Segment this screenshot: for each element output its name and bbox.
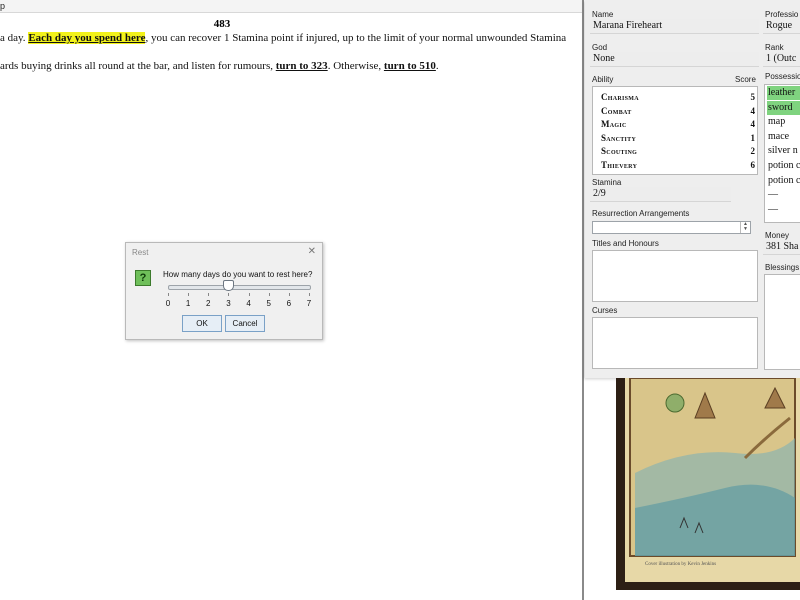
story-text: a day.	[0, 32, 29, 44]
days-slider-track[interactable]	[168, 285, 311, 290]
ability-score: 6	[750, 159, 756, 170]
ability-score: 4	[750, 105, 756, 116]
slider-tick	[188, 293, 190, 296]
question-icon: ?	[135, 270, 151, 286]
ability-row[interactable]: Scouting 2	[601, 145, 755, 158]
slider-tick-label: 5	[266, 299, 271, 308]
ability-row[interactable]: Charisma 5	[601, 91, 755, 104]
possession-item[interactable]: potion c	[767, 174, 800, 188]
spinner-arrows-icon[interactable]: ▲ ▼	[740, 222, 750, 233]
story-text: . Otherwise,	[327, 60, 384, 72]
slider-tick	[228, 293, 230, 296]
map-artwork	[629, 377, 796, 557]
possession-item[interactable]: sword	[767, 100, 800, 115]
ability-label: Ability	[592, 75, 614, 84]
titles-box[interactable]	[592, 250, 758, 302]
slider-tick	[168, 293, 169, 296]
resurrection-label: Resurrection Arrangements	[592, 209, 690, 218]
ability-name: Thievery	[601, 159, 638, 170]
story-paragraph-1: a day. Each day you spend here, you can …	[0, 31, 566, 45]
ability-name: Magic	[601, 119, 627, 129]
possession-item[interactable]: leather	[767, 86, 800, 100]
window-divider	[582, 0, 584, 600]
close-icon[interactable]: ✕	[308, 246, 316, 257]
story-text: , you can recover 1 Stamina point if inj…	[145, 32, 567, 44]
highlighted-rule-link[interactable]: Each day you spend here	[28, 32, 146, 44]
slider-tick	[288, 293, 290, 296]
ability-table[interactable]: Charisma 5 Combat 4 Magic 4 Sanctity 1 Scouting 2…	[592, 86, 758, 175]
slider-tick	[208, 293, 210, 296]
blessings-box[interactable]	[764, 274, 800, 370]
possessions-list[interactable]: leather sword map mace silver n potion c potio…	[764, 84, 800, 223]
ability-name: Scouting	[601, 146, 638, 156]
slider-tick-label: 2	[206, 299, 211, 308]
ability-row[interactable]: Sanctity 1	[601, 132, 755, 145]
map-illustration: Cover illustration by Kevin Jenkins	[616, 377, 800, 590]
dialog-body: ? How many days do you want to rest here…	[126, 260, 322, 339]
stamina-field[interactable]: 2/9	[590, 187, 731, 202]
possession-item[interactable]: potion c	[767, 159, 800, 173]
possessions-label: Possessio	[765, 72, 800, 81]
slider-tick-label: 6	[286, 299, 292, 308]
rest-dialog: Rest ✕ ? How many days do you want to re…	[125, 242, 323, 340]
name-field[interactable]: Marana Fireheart	[590, 19, 759, 34]
score-label: Score	[735, 75, 756, 84]
menu-item[interactable]: p	[0, 1, 5, 11]
slider-tick-label: 4	[246, 299, 251, 308]
slider-tick-label: 1	[185, 299, 191, 308]
rank-label: Rank	[765, 43, 784, 52]
map-credit: Cover illustration by Kevin Jenkins	[645, 562, 717, 567]
money-field[interactable]: 381 Sha	[763, 240, 800, 255]
menu-bar[interactable]: p	[0, 0, 584, 13]
slider-tick	[248, 293, 250, 296]
story-text: .	[435, 60, 439, 72]
ability-row[interactable]: Magic 4	[601, 118, 755, 131]
ability-row[interactable]: Combat 4	[601, 105, 755, 118]
ability-name: Combat	[601, 105, 632, 116]
resurrection-spinner[interactable]: ▲ ▼	[592, 221, 751, 234]
stamina-label: Stamina	[592, 178, 622, 187]
character-sheet: Name Marana Fireheart Professio Rogue Go…	[585, 0, 800, 378]
profession-label: Professio	[765, 10, 799, 19]
cancel-button[interactable]: Cancel	[225, 315, 265, 332]
rank-field[interactable]: 1 (Outc	[763, 52, 800, 67]
possession-item[interactable]: —	[767, 203, 800, 217]
ability-row[interactable]: Thievery 6	[601, 159, 755, 172]
possession-item[interactable]: —	[767, 188, 800, 202]
slider-tick	[309, 293, 310, 296]
money-label: Money	[765, 231, 790, 240]
curses-label: Curses	[592, 306, 618, 315]
map-image: Cover illustration by Kevin Jenkins	[625, 377, 800, 582]
story-paragraph-2: ards buying drinks all round at the bar,…	[0, 59, 439, 73]
ability-score: 4	[750, 119, 756, 129]
ability-name: Sanctity	[601, 132, 637, 143]
god-label: God	[592, 43, 608, 52]
blessings-label: Blessings	[765, 263, 800, 272]
slider-tick	[268, 293, 270, 296]
ability-score: 1	[750, 132, 756, 143]
god-field[interactable]: None	[590, 52, 759, 67]
name-label: Name	[592, 10, 614, 19]
ok-button[interactable]: OK	[182, 315, 222, 332]
ability-score: 5	[750, 92, 756, 102]
profession-field[interactable]: Rogue	[763, 19, 800, 34]
story-text: ards buying drinks all round at the bar,…	[0, 60, 276, 72]
ability-score: 2	[750, 146, 756, 156]
dialog-title: Rest	[132, 248, 149, 257]
possession-item[interactable]: map	[767, 115, 800, 129]
curses-box[interactable]	[592, 317, 758, 369]
dialog-question: How many days do you want to rest here?	[163, 270, 313, 279]
turn-to-323-link[interactable]: turn to 323	[276, 60, 328, 72]
titles-label: Titles and Honours	[592, 239, 659, 248]
slider-tick-label: 3	[226, 299, 231, 308]
ability-name: Charisma	[601, 92, 639, 102]
turn-to-510-link[interactable]: turn to 510	[384, 60, 436, 72]
section-number: 483	[213, 18, 231, 30]
possession-item[interactable]: mace	[767, 130, 800, 144]
slider-tick-label: 7	[306, 299, 312, 308]
possession-item[interactable]: silver n	[767, 144, 800, 158]
slider-tick-label: 0	[165, 299, 171, 308]
